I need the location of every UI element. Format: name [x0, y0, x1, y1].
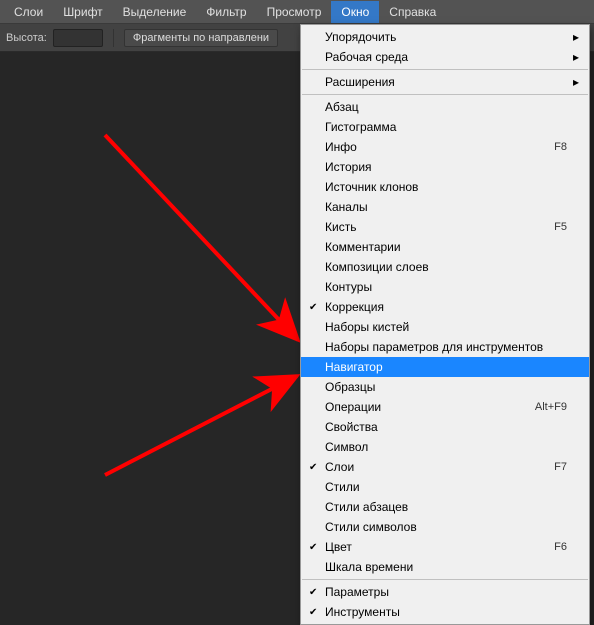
height-label: Высота: — [6, 32, 47, 44]
menu-item-label: Каналы — [325, 200, 368, 214]
menu-item-label: Источник клонов — [325, 180, 418, 194]
height-input[interactable] — [53, 29, 103, 47]
menu-item[interactable]: Абзац — [301, 97, 589, 117]
menu-item[interactable]: Стили абзацев — [301, 497, 589, 517]
menu-item-label: Цвет — [325, 540, 352, 554]
menu-item[interactable]: Навигатор — [301, 357, 589, 377]
menu-item-label: Операции — [325, 400, 381, 414]
menu-item[interactable]: Образцы — [301, 377, 589, 397]
menu-separator — [302, 579, 588, 580]
menu-item[interactable]: Композиции слоев — [301, 257, 589, 277]
menu-item-label: Коррекция — [325, 300, 384, 314]
menu-item-label: Образцы — [325, 380, 375, 394]
window-menu-dropdown: Упорядочить ▸ Рабочая среда ▸ Расширения ▸ Абз… — [300, 24, 590, 625]
menu-shortcut: F6 — [554, 541, 567, 553]
menu-item[interactable]: Каналы — [301, 197, 589, 217]
menu-shortcut: F7 — [554, 461, 567, 473]
check-icon: ✔ — [309, 587, 317, 598]
menu-шрифт[interactable]: Шрифт — [53, 1, 112, 23]
menu-item-label: Свойства — [325, 420, 378, 434]
menu-item[interactable]: Стили символов — [301, 517, 589, 537]
menu-item-label: Расширения — [325, 75, 395, 89]
toolbar-separator — [113, 29, 114, 47]
menu-item[interactable]: Шкала времени — [301, 557, 589, 577]
menu-выделение[interactable]: Выделение — [113, 1, 197, 23]
menu-item-label: Композиции слоев — [325, 260, 429, 274]
menu-item-label: Инфо — [325, 140, 357, 154]
menu-item[interactable]: Стили — [301, 477, 589, 497]
menu-item[interactable]: Свойства — [301, 417, 589, 437]
menu-item-label: Параметры — [325, 585, 389, 599]
menu-item-label: Абзац — [325, 100, 359, 114]
menu-item[interactable]: Кисть F5 — [301, 217, 589, 237]
menu-item-label: Наборы параметров для инструментов — [325, 340, 543, 354]
menu-item-label: Стили — [325, 480, 360, 494]
check-icon: ✔ — [309, 462, 317, 473]
menu-item[interactable]: ✔ Инструменты — [301, 602, 589, 622]
submenu-arrow-icon: ▸ — [573, 30, 579, 44]
check-icon: ✔ — [309, 607, 317, 618]
menu-слои[interactable]: Слои — [4, 1, 53, 23]
menu-item[interactable]: Комментарии — [301, 237, 589, 257]
menu-фильтр[interactable]: Фильтр — [196, 1, 256, 23]
menu-item[interactable]: Рабочая среда ▸ — [301, 47, 589, 67]
menubar: СлоиШрифтВыделениеФильтрПросмотрОкноСпра… — [0, 0, 594, 24]
menu-item-label: Гистограмма — [325, 120, 396, 134]
submenu-arrow-icon: ▸ — [573, 50, 579, 64]
menu-item-label: Стили символов — [325, 520, 417, 534]
fragments-button[interactable]: Фрагменты по направлени — [124, 29, 278, 47]
menu-item[interactable]: Инфо F8 — [301, 137, 589, 157]
menu-item-label: Слои — [325, 460, 354, 474]
menu-item[interactable]: Контуры — [301, 277, 589, 297]
menu-item[interactable]: Расширения ▸ — [301, 72, 589, 92]
menu-item-label: Шкала времени — [325, 560, 413, 574]
menu-окно[interactable]: Окно — [331, 1, 379, 23]
menu-separator — [302, 69, 588, 70]
menu-shortcut: Alt+F9 — [535, 401, 567, 413]
menu-item-label: Наборы кистей — [325, 320, 409, 334]
menu-shortcut: F8 — [554, 141, 567, 153]
menu-item[interactable]: Наборы кистей — [301, 317, 589, 337]
check-icon: ✔ — [309, 302, 317, 313]
menu-separator — [302, 94, 588, 95]
menu-item-label: Упорядочить — [325, 30, 396, 44]
menu-item-label: Контуры — [325, 280, 372, 294]
menu-item[interactable]: ✔ Цвет F6 — [301, 537, 589, 557]
menu-item[interactable]: Символ — [301, 437, 589, 457]
check-icon: ✔ — [309, 542, 317, 553]
menu-shortcut: F5 — [554, 221, 567, 233]
menu-item[interactable]: ✔ Параметры — [301, 582, 589, 602]
menu-item[interactable]: ✔ Коррекция — [301, 297, 589, 317]
menu-item[interactable]: ✔ Слои F7 — [301, 457, 589, 477]
menu-item[interactable]: Упорядочить ▸ — [301, 27, 589, 47]
menu-item-label: Инструменты — [325, 605, 400, 619]
submenu-arrow-icon: ▸ — [573, 75, 579, 89]
menu-item[interactable]: Операции Alt+F9 — [301, 397, 589, 417]
menu-справка[interactable]: Справка — [379, 1, 446, 23]
menu-item[interactable]: Гистограмма — [301, 117, 589, 137]
menu-item-label: Рабочая среда — [325, 50, 408, 64]
menu-item-label: Комментарии — [325, 240, 401, 254]
menu-item-label: Символ — [325, 440, 368, 454]
menu-item[interactable]: Источник клонов — [301, 177, 589, 197]
menu-item-label: Навигатор — [325, 360, 383, 374]
menu-item-label: Кисть — [325, 220, 356, 234]
menu-item[interactable]: История — [301, 157, 589, 177]
menu-item-label: Стили абзацев — [325, 500, 408, 514]
menu-просмотр[interactable]: Просмотр — [257, 1, 332, 23]
menu-item-label: История — [325, 160, 372, 174]
menu-item[interactable]: Наборы параметров для инструментов — [301, 337, 589, 357]
